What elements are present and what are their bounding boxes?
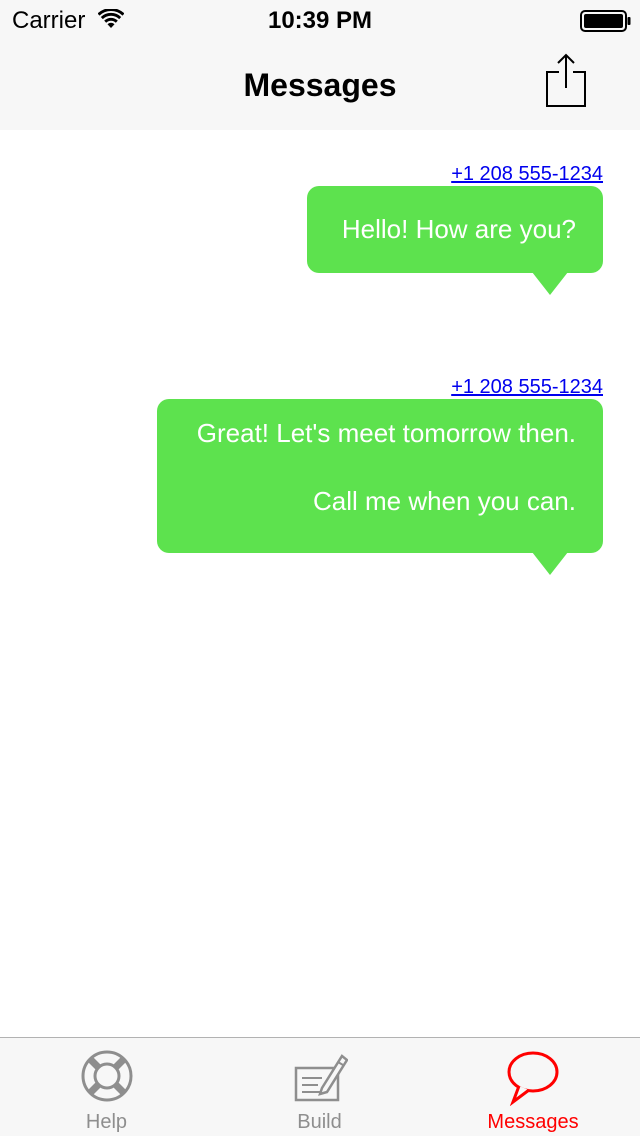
lifebuoy-icon bbox=[79, 1050, 135, 1106]
message-bubble: Great! Let's meet tomorrow then. Call me… bbox=[157, 399, 603, 575]
share-icon bbox=[546, 53, 586, 107]
message-text-line: Great! Let's meet tomorrow then. bbox=[196, 418, 576, 448]
message-text: Hello! How are you? bbox=[341, 214, 576, 244]
sender-phone-link[interactable]: +1 208 555-1234 bbox=[307, 162, 603, 186]
tab-label: Messages bbox=[487, 1111, 579, 1133]
compose-icon bbox=[292, 1050, 349, 1106]
bubble-tail bbox=[532, 272, 568, 295]
message-item: +1 208 555-1234 Great! Let's meet tomorr… bbox=[157, 375, 603, 575]
bubble-tail bbox=[532, 552, 568, 575]
tab-build[interactable]: Build bbox=[213, 1038, 426, 1136]
status-bar: Carrier 10:39 PM bbox=[0, 0, 640, 40]
message-text-line: Call me when you can. bbox=[312, 486, 576, 516]
navigation-bar: Messages bbox=[0, 40, 640, 130]
message-item: +1 208 555-1234 Hello! How are you? bbox=[307, 162, 603, 295]
message-bubble: Hello! How are you? bbox=[307, 186, 603, 295]
speech-bubble-icon bbox=[505, 1050, 561, 1107]
tab-label: Help bbox=[85, 1111, 128, 1133]
sender-phone-link[interactable]: +1 208 555-1234 bbox=[157, 375, 603, 399]
share-button[interactable] bbox=[541, 52, 591, 110]
tab-messages[interactable]: Messages bbox=[426, 1038, 640, 1136]
tab-bar: Help Build Messages bbox=[0, 1037, 640, 1136]
battery-icon bbox=[580, 10, 632, 32]
app-screen: Carrier 10:39 PM Messages +1 208 555-123… bbox=[0, 0, 640, 1136]
tab-label: Build bbox=[297, 1111, 342, 1133]
tab-help[interactable]: Help bbox=[0, 1038, 213, 1136]
status-time: 10:39 PM bbox=[267, 7, 373, 34]
